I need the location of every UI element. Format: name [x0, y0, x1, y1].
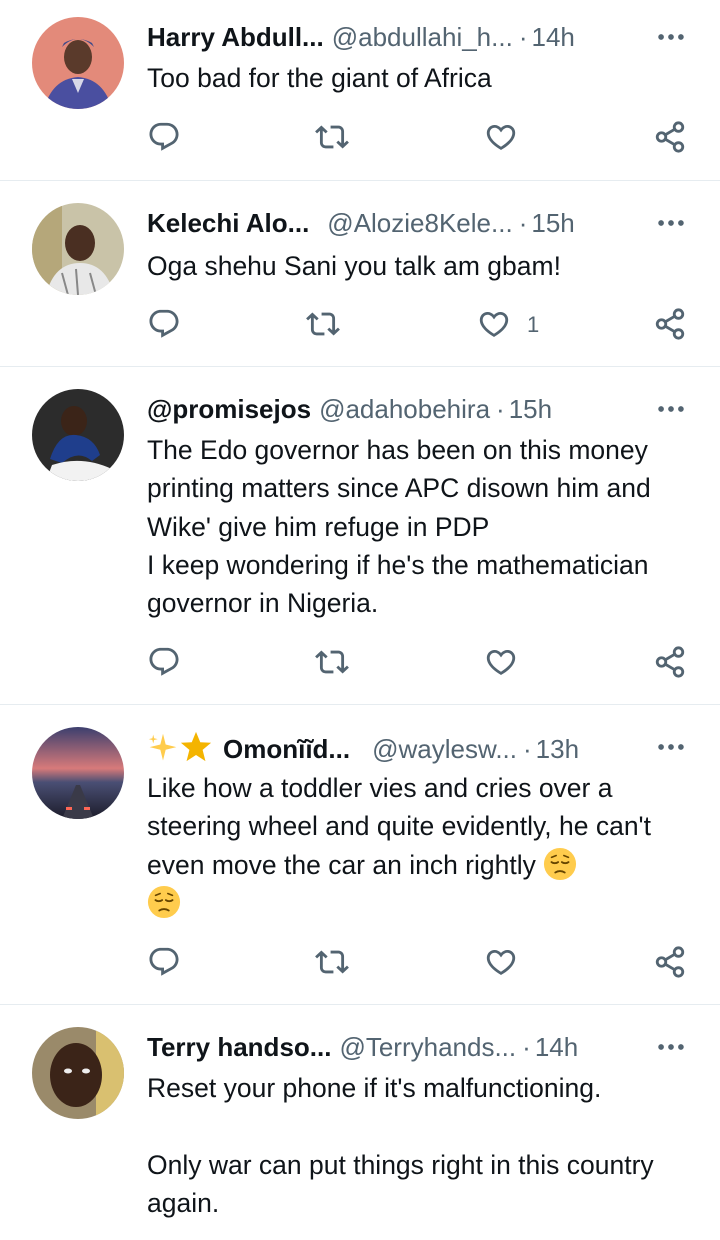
tweet[interactable]: Kelechi Alo... @Alozie8Kele... · 15h Oga sh… [0, 186, 720, 367]
action-bar [0, 120, 720, 160]
tweet-header: Terry handso... @Terryhands... · 14h [147, 1030, 680, 1064]
divider [0, 1004, 720, 1005]
separator-dot: · [518, 208, 528, 238]
reply-icon[interactable] [147, 120, 181, 154]
retweet-icon[interactable] [315, 120, 349, 154]
retweet-icon[interactable] [306, 307, 340, 341]
more-icon[interactable] [654, 206, 688, 240]
tweet-header: Omonĩĩd... @waylesw... · 13h [147, 730, 680, 764]
avatar[interactable] [32, 727, 124, 819]
user-handle[interactable]: @abdullahi_h... [332, 22, 513, 52]
avatar[interactable] [32, 1027, 124, 1119]
user-handle[interactable]: @adahobehira [319, 394, 490, 424]
tweet[interactable]: Harry Abdull... @abdullahi_h... · 14h Too b… [0, 0, 720, 181]
more-icon[interactable] [654, 392, 688, 426]
action-bar [0, 945, 720, 985]
display-name[interactable]: Terry handso... [147, 1032, 331, 1062]
heart-icon[interactable] [484, 945, 518, 979]
more-icon[interactable] [654, 1030, 688, 1064]
display-name[interactable]: Harry Abdull... [147, 22, 324, 52]
tweet-header: Harry Abdull... @abdullahi_h... · 14h [147, 20, 680, 54]
heart-icon[interactable] [477, 307, 511, 341]
divider [0, 180, 720, 181]
tweet-header: Kelechi Alo... @Alozie8Kele... · 15h [147, 206, 680, 240]
avatar[interactable] [32, 17, 124, 109]
tweet[interactable]: @promisejos @adahobehira · 15h The Edo gove… [0, 372, 720, 705]
reply-icon[interactable] [147, 307, 181, 341]
tweet[interactable]: Omonĩĩd... @waylesw... · 13h Like how a tod… [0, 710, 720, 1005]
star-icon [180, 731, 212, 762]
timestamp[interactable]: 14h [531, 22, 574, 52]
user-handle[interactable]: @Alozie8Kele... [327, 208, 512, 238]
tweet-text: The Edo governor has been on this money … [147, 435, 651, 619]
tweet-text: Reset your phone if it's malfunctioning.… [147, 1073, 654, 1218]
display-name[interactable]: Kelechi Alo... [147, 208, 309, 238]
tweet-text: Like how a toddler vies and cries over a… [147, 769, 697, 922]
share-icon[interactable] [653, 120, 687, 154]
timestamp[interactable]: 13h [536, 734, 579, 764]
tweet-header: @promisejos @adahobehira · 15h [147, 392, 680, 426]
share-icon[interactable] [653, 645, 687, 679]
action-bar [0, 645, 720, 685]
avatar[interactable] [32, 389, 124, 481]
timestamp[interactable]: 15h [509, 394, 552, 424]
like-count: 1 [527, 312, 540, 337]
share-icon[interactable] [653, 307, 687, 341]
separator-dot: · [496, 394, 505, 424]
user-handle[interactable]: @Terryhands... [339, 1032, 516, 1062]
reply-icon[interactable] [147, 945, 181, 979]
tweet[interactable]: Terry handso... @Terryhands... · 14h Reset … [0, 1010, 720, 1240]
sparkles-icon [148, 733, 177, 761]
display-name[interactable]: @promisejos [147, 394, 311, 424]
more-icon[interactable] [654, 20, 688, 54]
display-name[interactable]: Omonĩĩd... [223, 734, 350, 764]
more-icon[interactable] [654, 730, 688, 764]
tweet-text: Oga shehu Sani you talk am gbam! [147, 251, 561, 281]
avatar[interactable] [32, 203, 124, 295]
divider [0, 704, 720, 705]
separator-dot: · [518, 22, 528, 52]
share-icon[interactable] [653, 945, 687, 979]
timestamp[interactable]: 14h [535, 1032, 578, 1062]
tweet-text: Too bad for the giant of Africa [147, 63, 492, 93]
heart-icon[interactable] [484, 120, 518, 154]
user-handle[interactable]: @waylesw... [372, 734, 517, 764]
heart-icon[interactable] [484, 645, 518, 679]
retweet-icon[interactable] [315, 645, 349, 679]
tweet-text-content: Like how a toddler vies and cries over a… [147, 773, 659, 880]
divider [0, 366, 720, 367]
action-bar: 1 [0, 307, 720, 347]
retweet-icon[interactable] [315, 945, 349, 979]
timestamp[interactable]: 15h [531, 208, 574, 238]
separator-dot: · [522, 1032, 531, 1062]
pensive-face-icon [543, 847, 577, 881]
pensive-face-icon [147, 885, 181, 919]
reply-icon[interactable] [147, 645, 181, 679]
separator-dot: · [523, 734, 532, 764]
